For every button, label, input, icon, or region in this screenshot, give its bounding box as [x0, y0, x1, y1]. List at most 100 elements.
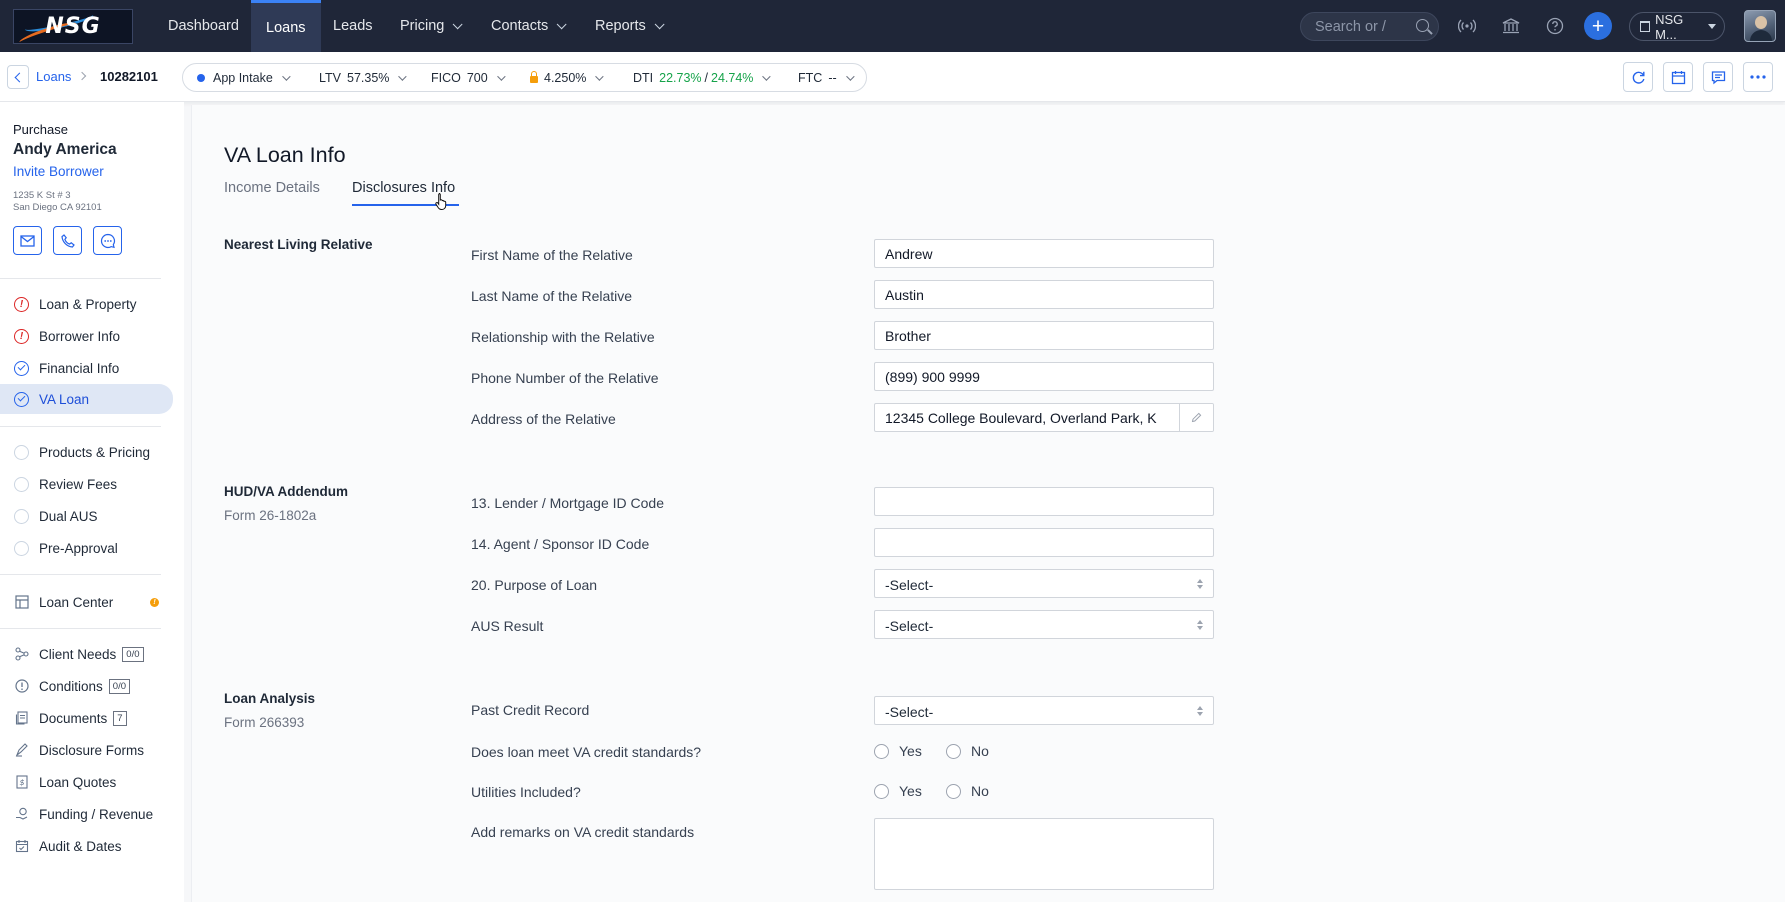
past-credit-select[interactable]: -Select-	[874, 696, 1214, 725]
label-purpose: 20. Purpose of Loan	[471, 577, 598, 593]
nav-pricing[interactable]: Pricing	[385, 0, 474, 52]
relative-last-name-input[interactable]: Austin	[874, 280, 1214, 309]
error-icon: !	[14, 328, 29, 344]
meets-standards-no-radio[interactable]: No	[946, 743, 989, 759]
relative-first-name-input[interactable]: Andrew	[874, 239, 1214, 268]
breadcrumb-loans[interactable]: Loans	[36, 69, 71, 84]
org-switcher[interactable]: NSG M...	[1629, 12, 1725, 42]
label-lender-id: 13. Lender / Mortgage ID Code	[471, 495, 665, 511]
divider	[0, 278, 161, 279]
fico-pill[interactable]: FICO 700	[431, 64, 506, 91]
sidebar-item-disclosure-forms[interactable]: Disclosure Forms	[0, 736, 173, 764]
relative-address-input[interactable]: 12345 College Boulevard, Overland Park, …	[874, 403, 1214, 432]
meets-standards-yes-radio[interactable]: Yes	[874, 743, 922, 759]
back-button[interactable]	[7, 65, 29, 89]
sidebar-item-borrower-info[interactable]: ! Borrower Info	[0, 322, 173, 350]
nav-loans[interactable]: Loans	[251, 0, 321, 52]
sidebar-item-review-fees[interactable]: Review Fees	[0, 470, 173, 498]
divider	[0, 574, 161, 575]
sidebar-item-conditions[interactable]: Conditions 0/0	[0, 672, 173, 700]
relative-phone-input[interactable]: (899) 900 9999	[874, 362, 1214, 391]
broadcast-icon[interactable]	[1455, 14, 1479, 38]
chevron-down-icon	[398, 71, 408, 81]
calendar-button[interactable]	[1663, 62, 1693, 92]
divider	[0, 628, 161, 629]
help-icon[interactable]	[1543, 14, 1567, 38]
empty-status-icon	[14, 444, 29, 460]
select-arrows-icon	[1197, 706, 1203, 716]
sidebar-item-loan-center[interactable]: Loan Center !	[0, 588, 173, 616]
divider	[0, 426, 161, 427]
user-avatar[interactable]	[1744, 10, 1776, 42]
nav-dashboard[interactable]: Dashboard	[153, 0, 254, 52]
agent-id-input[interactable]	[874, 528, 1214, 557]
section-form-analysis: Form 266393	[224, 715, 305, 730]
sidebar-item-pre-approval[interactable]: Pre-Approval	[0, 534, 173, 562]
global-search-input[interactable]: Search or /	[1300, 12, 1439, 41]
sidebar-item-products-pricing[interactable]: Products & Pricing	[0, 438, 173, 466]
add-button[interactable]: +	[1584, 12, 1612, 40]
chevron-right-icon	[77, 71, 87, 81]
select-arrows-icon	[1197, 579, 1203, 589]
sidebar-item-loan-property[interactable]: ! Loan & Property	[0, 290, 173, 318]
aus-result-select[interactable]: -Select-	[874, 610, 1214, 639]
section-title-hud: HUD/VA Addendum	[224, 484, 348, 499]
nsg-logo[interactable]: NSG	[13, 9, 133, 44]
sidebar-item-loan-quotes[interactable]: $ Loan Quotes	[0, 768, 173, 796]
loan-metrics: App Intake LTV 57.35% FICO 700 4.250% DTI 2…	[182, 63, 867, 92]
label-past-credit: Past Credit Record	[471, 702, 590, 718]
utilities-yes-radio[interactable]: Yes	[874, 783, 922, 799]
section-title-relative: Nearest Living Relative	[224, 237, 373, 252]
tab-income-details[interactable]: Income Details	[224, 180, 320, 196]
sidebar-item-va-loan[interactable]: VA Loan	[0, 384, 173, 414]
chat-button[interactable]	[93, 226, 122, 255]
sidebar-item-client-needs[interactable]: Client Needs 0/0	[0, 640, 173, 668]
chevron-down-icon	[556, 18, 567, 29]
comments-button[interactable]	[1703, 62, 1733, 92]
count-badge: 0/0	[122, 646, 144, 662]
sidebar-item-audit-dates[interactable]: Audit & Dates	[0, 832, 173, 860]
sidebar-item-dual-aus[interactable]: Dual AUS	[0, 502, 173, 530]
email-icon	[20, 234, 35, 247]
bank-icon[interactable]	[1499, 14, 1523, 38]
relative-relationship-input[interactable]: Brother	[874, 321, 1214, 350]
edit-address-button[interactable]	[1179, 404, 1213, 431]
phone-icon	[60, 233, 75, 248]
refresh-icon	[1632, 71, 1644, 84]
remarks-textarea[interactable]	[874, 818, 1214, 890]
empty-status-icon	[14, 476, 29, 492]
sidebar-item-funding-revenue[interactable]: Funding / Revenue	[0, 800, 173, 828]
chevron-down-icon	[496, 71, 506, 81]
rate-pill[interactable]: 4.250%	[530, 64, 605, 91]
nav-contacts[interactable]: Contacts	[476, 0, 578, 52]
calendar-icon	[1671, 70, 1685, 84]
main-content: VA Loan Info Income Details Disclosures …	[191, 105, 1785, 902]
refresh-button[interactable]	[1623, 62, 1653, 92]
sidebar-item-financial-info[interactable]: Financial Info	[0, 354, 173, 382]
section-title-analysis: Loan Analysis	[224, 691, 316, 706]
status-pill[interactable]: App Intake	[197, 64, 291, 91]
section-form-hud: Form 26-1802a	[224, 508, 317, 523]
lender-id-input[interactable]	[874, 487, 1214, 516]
label-address: Address of the Relative	[471, 411, 616, 427]
more-button[interactable]	[1743, 62, 1773, 92]
utilities-no-radio[interactable]: No	[946, 783, 989, 799]
nav-leads[interactable]: Leads	[318, 0, 388, 52]
email-button[interactable]	[13, 226, 42, 255]
nav-reports[interactable]: Reports	[580, 0, 676, 52]
loan-summary-bar: Loans 10282101 App Intake LTV 57.35% FICO…	[0, 52, 1785, 102]
ltv-pill[interactable]: LTV 57.35%	[319, 64, 408, 91]
purpose-of-loan-select[interactable]: -Select-	[874, 569, 1214, 598]
lock-icon	[530, 70, 538, 83]
breadcrumb-loan-number: 10282101	[100, 69, 158, 84]
count-badge: 0/0	[108, 678, 131, 694]
sidebar-item-documents[interactable]: Documents 7	[0, 704, 173, 732]
phone-button[interactable]	[53, 226, 82, 255]
ftc-pill[interactable]: FTC --	[798, 64, 855, 91]
svg-text:$: $	[19, 778, 24, 787]
borrower-address-line1: 1235 K St # 3	[13, 190, 71, 201]
invite-borrower-link[interactable]: Invite Borrower	[13, 164, 104, 179]
borrower-name[interactable]: Andy America	[13, 141, 117, 159]
dti-pill[interactable]: DTI 22.73%/24.74%	[633, 64, 772, 91]
status-dot	[197, 73, 205, 82]
